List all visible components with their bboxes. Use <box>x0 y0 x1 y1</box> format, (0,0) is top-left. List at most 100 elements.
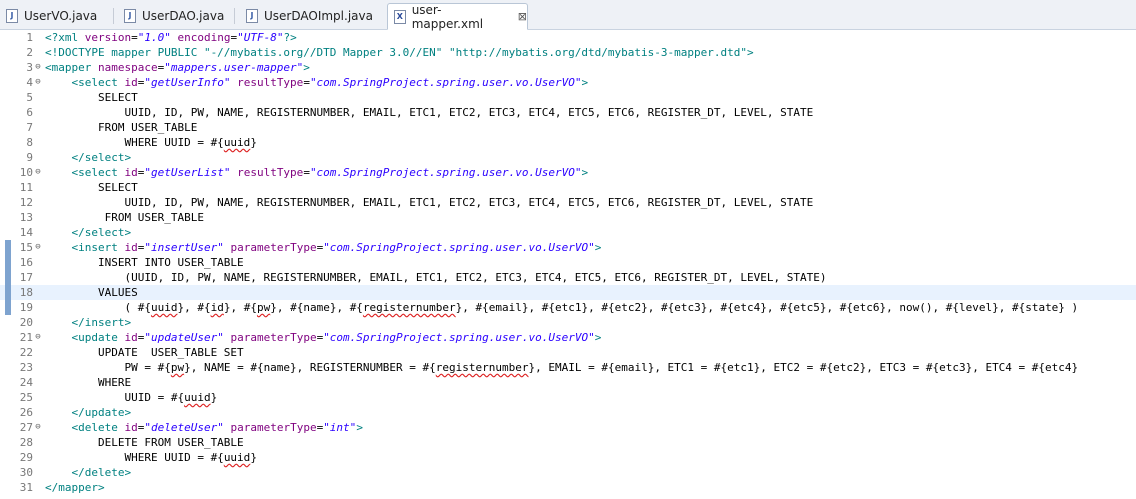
code-line[interactable]: 29 WHERE UUID = #{uuid} <box>0 450 1136 465</box>
fold-toggle-icon[interactable]: ⊖ <box>33 420 43 435</box>
spelling-warning-token: pw <box>170 361 185 374</box>
code-token: }, #{ <box>177 301 211 314</box>
code-line[interactable]: 19 ( #{uuid}, #{id}, #{pw}, #{name}, #{r… <box>0 300 1136 315</box>
line-number: 7 <box>26 121 33 134</box>
code-line[interactable]: 31 </mapper> <box>0 480 1136 495</box>
tab-separator <box>113 8 114 24</box>
code-text: VALUES <box>45 285 138 300</box>
code-text: UUID, ID, PW, NAME, REGISTERNUMBER, EMAI… <box>45 105 813 120</box>
line-number: 11 <box>19 181 33 194</box>
tab-userdao-java[interactable]: J UserDAO.java <box>124 3 224 29</box>
code-line[interactable]: 2 <!DOCTYPE mapper PUBLIC "-//mybatis.org… <box>0 45 1136 60</box>
line-number: 15 <box>19 241 33 254</box>
code-line[interactable]: 25 UUID = #{uuid} <box>0 390 1136 405</box>
code-token: <!DOCTYPE mapper PUBLIC "-//mybatis.org/… <box>45 46 754 59</box>
code-token: WHERE <box>45 376 132 389</box>
code-token: id <box>124 421 138 434</box>
fold-toggle-icon[interactable]: ⊖ <box>33 165 43 180</box>
code-line[interactable]: 28 DELETE FROM USER_TABLE <box>0 435 1136 450</box>
code-line[interactable]: 24 WHERE <box>0 375 1136 390</box>
line-number: 2 <box>26 46 33 59</box>
code-token: <select <box>71 76 118 89</box>
code-line[interactable]: 6 UUID, ID, PW, NAME, REGISTERNUMBER, EM… <box>0 105 1136 120</box>
code-token: }, NAME = #{name}, REGISTERNUMBER = #{ <box>184 361 436 374</box>
code-token: <? <box>45 31 59 44</box>
java-file-icon: J <box>124 9 136 23</box>
line-number: 6 <box>26 106 33 119</box>
spelling-warning-token: uuid <box>223 136 251 149</box>
code-token: }, #{email}, #{etc1}, #{etc2}, #{etc3}, … <box>455 301 1079 314</box>
fold-toggle-icon[interactable]: ⊖ <box>33 75 43 90</box>
code-line[interactable]: 1 <?xml version="1.0" encoding="UTF-8"?> <box>0 30 1136 45</box>
code-text: <?xml version="1.0" encoding="UTF-8"?> <box>45 30 297 45</box>
code-line[interactable]: 23 PW = #{pw}, NAME = #{name}, REGISTERN… <box>0 360 1136 375</box>
line-number: 9 <box>26 151 33 164</box>
fold-toggle-icon[interactable]: ⊖ <box>33 60 43 75</box>
code-line[interactable]: 12 UUID, ID, PW, NAME, REGISTERNUMBER, E… <box>0 195 1136 210</box>
code-line[interactable]: 22 UPDATE USER_TABLE SET <box>0 345 1136 360</box>
code-line[interactable]: 17 (UUID, ID, PW, NAME, REGISTERNUMBER, … <box>0 270 1136 285</box>
code-token: }, #{name}, #{ <box>270 301 363 314</box>
code-text: </select> <box>45 150 132 165</box>
code-token: "com.SpringProject.spring.user.vo.UserVO… <box>309 76 582 89</box>
code-line[interactable]: 4 ⊖ <select id="getUserInfo" resultType="… <box>0 75 1136 90</box>
code-token: "getUserInfo" <box>144 76 231 89</box>
tab-user-mapper-xml[interactable]: X user-mapper.xml ⊠ <box>387 3 528 31</box>
code-token: > <box>303 61 310 74</box>
fold-toggle-icon[interactable]: ⊖ <box>33 330 43 345</box>
code-text: <select id="getUserList" resultType="com… <box>45 165 589 180</box>
code-line[interactable]: 8 WHERE UUID = #{uuid} <box>0 135 1136 150</box>
code-token: } <box>250 451 257 464</box>
fold-toggle-icon[interactable]: ⊖ <box>33 240 43 255</box>
code-text: <mapper namespace="mappers.user-mapper"> <box>45 60 310 75</box>
line-number: 31 <box>19 481 33 494</box>
line-number: 10 <box>19 166 33 179</box>
code-line[interactable]: 10 ⊖ <select id="getUserList" resultType=… <box>0 165 1136 180</box>
line-number: 25 <box>19 391 33 404</box>
code-line[interactable]: 27 ⊖ <delete id="deleteUser" parameterTyp… <box>0 420 1136 435</box>
code-line[interactable]: 14 </select> <box>0 225 1136 240</box>
code-text: ( #{uuid}, #{id}, #{pw}, #{name}, #{regi… <box>45 300 1078 315</box>
code-line[interactable]: 16 INSERT INTO USER_TABLE <box>0 255 1136 270</box>
code-token: > <box>594 331 602 344</box>
code-text: <!DOCTYPE mapper PUBLIC "-//mybatis.org/… <box>45 45 754 60</box>
line-number: 26 <box>19 406 33 419</box>
code-text: WHERE <box>45 375 131 390</box>
code-line[interactable]: 26 </update> <box>0 405 1136 420</box>
code-line[interactable]: 3 ⊖ <mapper namespace="mappers.user-mapper… <box>0 60 1136 75</box>
code-line[interactable]: 18 VALUES <box>0 285 1136 300</box>
code-token: parameterType <box>230 421 317 434</box>
line-number: 12 <box>19 196 33 209</box>
code-line[interactable]: 21 ⊖ <update id="updateUser" parameterTyp… <box>0 330 1136 345</box>
code-line[interactable]: 13 FROM USER_TABLE <box>0 210 1136 225</box>
xml-code-editor[interactable]: 1 <?xml version="1.0" encoding="UTF-8"?> 2… <box>0 30 1136 499</box>
code-line[interactable]: 30 </delete> <box>0 465 1136 480</box>
code-line[interactable]: 7 FROM USER_TABLE <box>0 120 1136 135</box>
xml-file-icon: X <box>394 9 406 24</box>
line-number: 13 <box>19 211 33 224</box>
code-text: <delete id="deleteUser" parameterType="i… <box>45 420 363 435</box>
code-line[interactable]: 15 ⊖ <insert id="insertUser" parameterTyp… <box>0 240 1136 255</box>
code-text: PW = #{pw}, NAME = #{name}, REGISTERNUMB… <box>45 360 1078 375</box>
code-line[interactable]: 5 SELECT <box>0 90 1136 105</box>
code-line[interactable]: 11 SELECT <box>0 180 1136 195</box>
tab-userdaoimpl-java[interactable]: J UserDAOImpl.java <box>246 3 373 29</box>
code-line[interactable]: 20 </insert> <box>0 315 1136 330</box>
code-token: > <box>594 241 602 254</box>
line-number: 14 <box>19 226 33 239</box>
close-tab-icon[interactable]: ⊠ <box>518 10 527 23</box>
code-token: </delete> <box>71 466 132 479</box>
code-line[interactable]: 9 </select> <box>0 150 1136 165</box>
tab-uservo-java[interactable]: J UserVO.java <box>6 3 97 29</box>
code-token: FROM USER_TABLE <box>45 121 198 134</box>
code-token: ?> <box>283 31 297 44</box>
